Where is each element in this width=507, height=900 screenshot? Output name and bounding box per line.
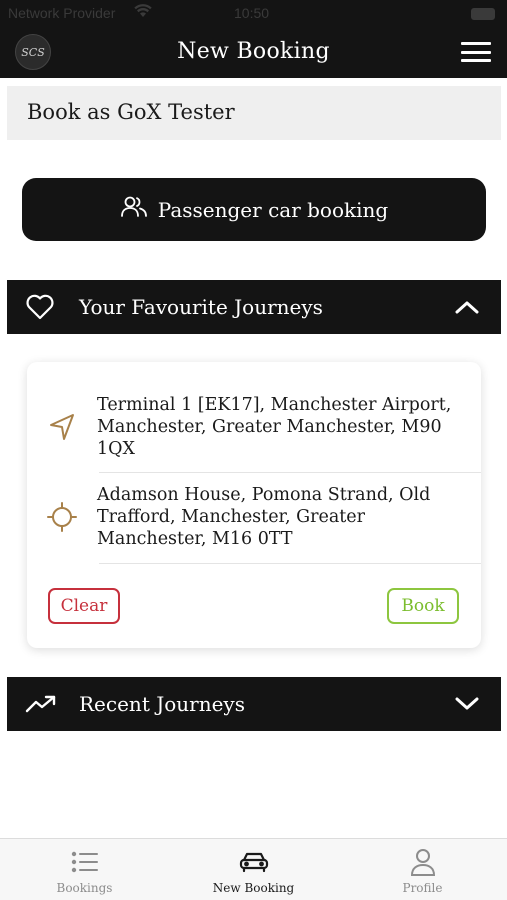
clear-button[interactable]: Clear <box>48 588 120 624</box>
trending-up-icon <box>25 694 65 714</box>
pickup-address: Terminal 1 [EK17], Manchester Airport, M… <box>97 395 452 459</box>
user-icon <box>409 847 437 877</box>
favourite-journey-card: Terminal 1 [EK17], Manchester Airport, M… <box>27 362 481 648</box>
nav-bar: SCS New Booking <box>0 28 507 78</box>
chevron-up-icon[interactable] <box>447 300 487 314</box>
book-as-selector[interactable]: Book as GoX Tester <box>7 86 501 140</box>
navigation-arrow-icon <box>27 412 97 442</box>
passenger-car-booking-button[interactable]: Passenger car booking <box>22 178 486 241</box>
status-bar: Network Provider 10:50 <box>0 0 507 28</box>
dropoff-row: Adamson House, Pomona Strand, Old Traffo… <box>27 484 481 550</box>
divider <box>99 472 481 473</box>
car-icon <box>238 847 270 877</box>
tab-bar: Bookings New Booking Profile <box>0 838 507 900</box>
users-icon <box>120 195 148 224</box>
tab-profile-label: Profile <box>402 881 443 895</box>
crosshair-icon <box>27 501 97 533</box>
chevron-down-icon[interactable] <box>447 697 487 711</box>
tab-profile[interactable]: Profile <box>338 839 507 900</box>
recent-journeys-label: Recent Journeys <box>79 692 245 716</box>
favourite-journeys-header[interactable]: Your Favourite Journeys <box>7 280 501 334</box>
hamburger-icon[interactable] <box>461 42 491 62</box>
tab-new-booking-label: New Booking <box>212 881 295 895</box>
divider <box>99 563 481 564</box>
clock-time: 10:50 <box>234 5 270 21</box>
wifi-icon <box>134 4 152 21</box>
dropoff-address: Adamson House, Pomona Strand, Old Traffo… <box>97 485 431 549</box>
list-icon <box>71 847 99 877</box>
tab-bookings[interactable]: Bookings <box>0 839 169 900</box>
page-title: New Booking <box>177 39 330 64</box>
favourite-journeys-label: Your Favourite Journeys <box>79 295 323 319</box>
carrier-name: Network Provider <box>8 5 116 21</box>
tab-new-booking[interactable]: New Booking <box>169 839 338 900</box>
tab-bookings-label: Bookings <box>56 881 113 895</box>
book-button[interactable]: Book <box>387 588 459 624</box>
pickup-row: Terminal 1 [EK17], Manchester Airport, M… <box>27 394 481 460</box>
recent-journeys-header[interactable]: Recent Journeys <box>7 677 501 731</box>
battery-icon <box>471 8 495 20</box>
passenger-car-booking-label: Passenger car booking <box>157 197 389 222</box>
heart-icon <box>25 293 65 321</box>
